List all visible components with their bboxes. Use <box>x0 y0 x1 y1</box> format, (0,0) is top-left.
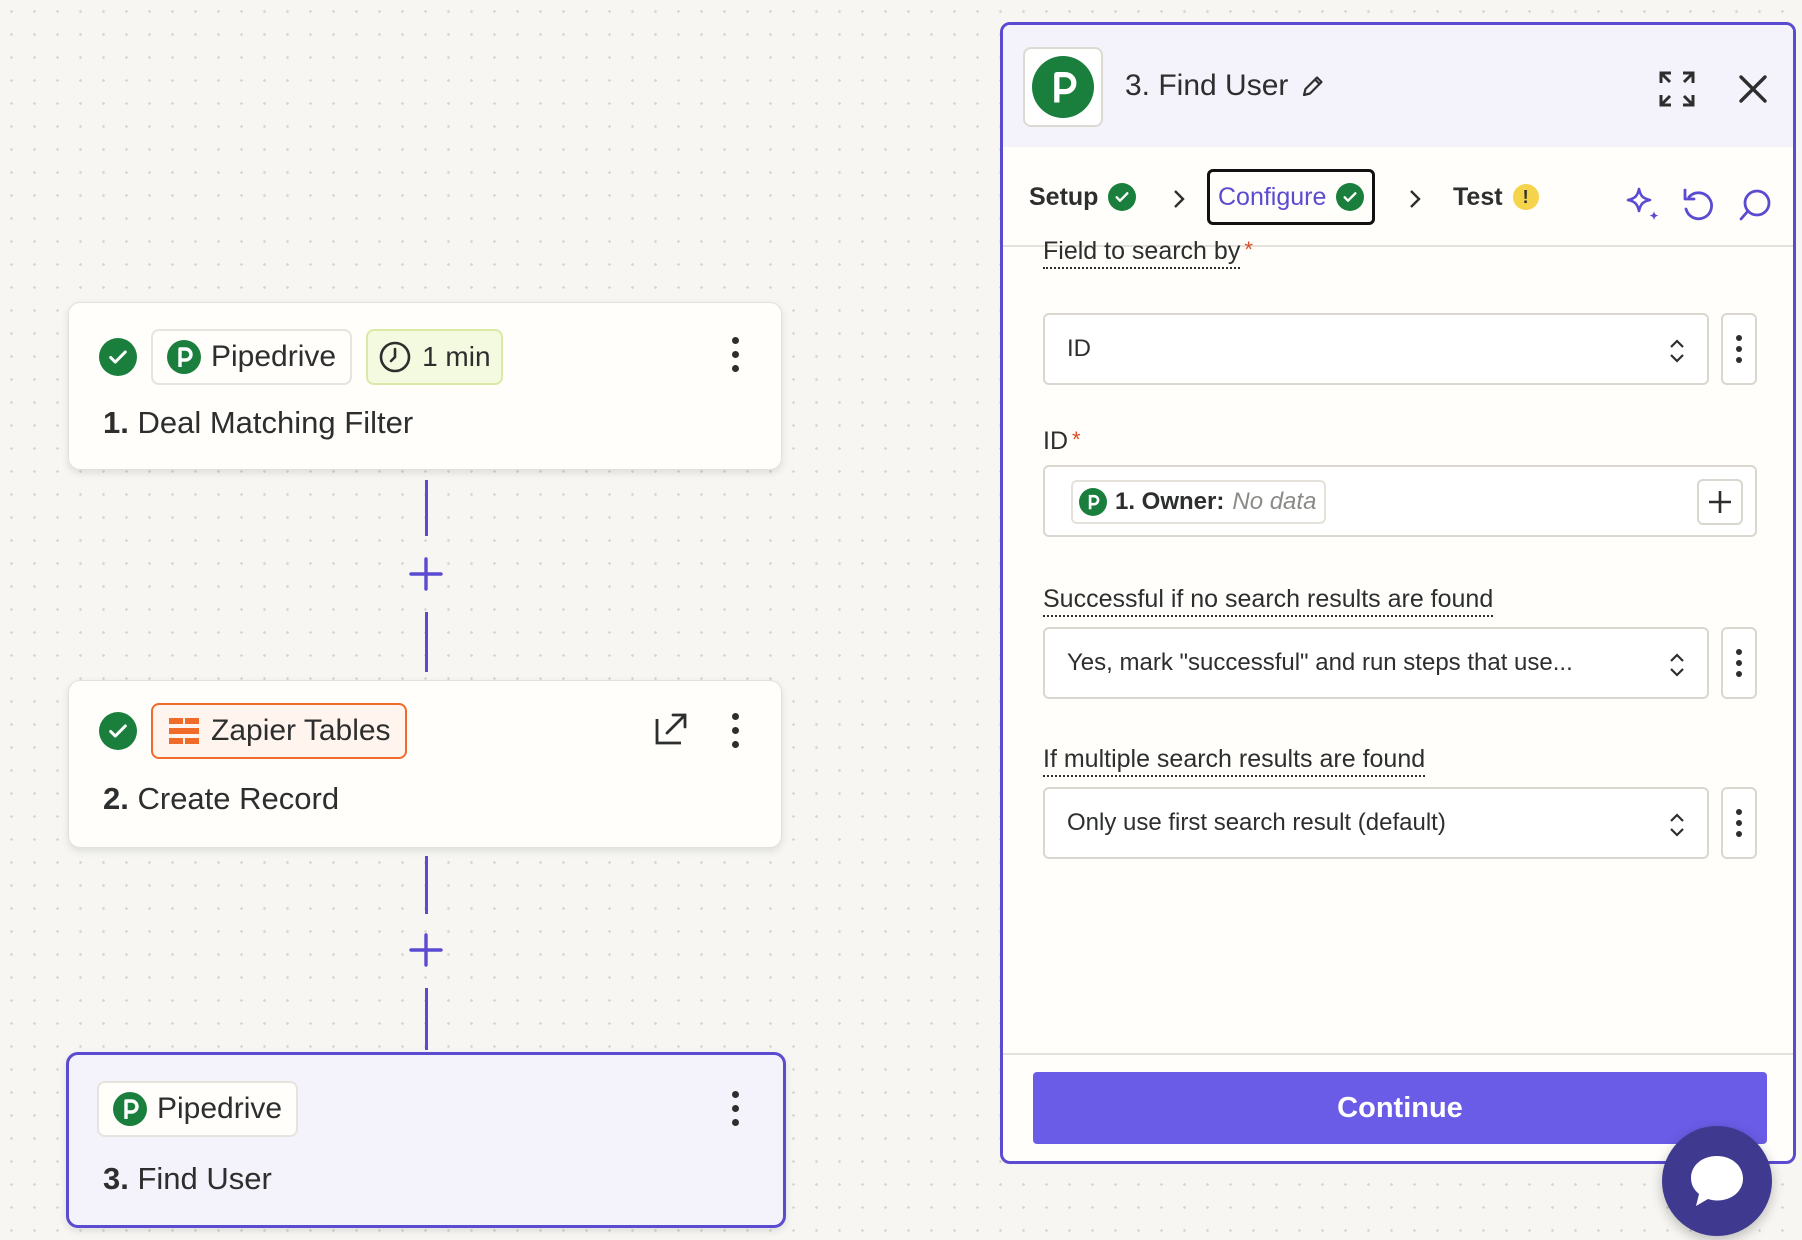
plus-icon <box>1709 491 1731 513</box>
app-chip-pipedrive: Pipedrive <box>151 329 353 385</box>
field-options-kebab-icon[interactable] <box>1721 313 1757 385</box>
undo-icon[interactable] <box>1679 185 1719 225</box>
success-check-icon <box>1336 183 1365 211</box>
success-check-icon <box>99 712 137 750</box>
comment-icon[interactable] <box>1735 185 1775 225</box>
tab-label: Setup <box>1029 182 1099 211</box>
step-menu-kebab-icon[interactable] <box>729 713 741 748</box>
step-card-2[interactable]: Zapier Tables 2. Create Record <box>68 680 782 848</box>
step-editor-panel: 3. Find User Setup Configure Test ! Fiel… <box>1000 22 1796 1164</box>
success-check-icon <box>1108 183 1137 211</box>
clock-icon <box>379 341 411 373</box>
insert-data-button[interactable] <box>1697 479 1743 525</box>
help-chat-button[interactable] <box>1662 1126 1772 1236</box>
ai-sparkle-icon[interactable] <box>1623 185 1663 225</box>
app-chip-zapier-tables: Zapier Tables <box>151 703 407 759</box>
expand-icon[interactable] <box>1657 69 1697 109</box>
pipedrive-logo-icon <box>1079 488 1107 516</box>
chat-icon <box>1691 1156 1743 1206</box>
warning-icon: ! <box>1512 184 1539 210</box>
step-number: 2. <box>103 781 129 816</box>
id-mapping-field[interactable]: 1. Owner: No data <box>1043 465 1757 537</box>
select-value: Only use first search result (default) <box>1067 809 1446 836</box>
step-title: 2. Create Record <box>103 781 339 817</box>
pill-value: No data <box>1232 488 1317 515</box>
tab-setup[interactable]: Setup <box>1029 169 1137 225</box>
app-name: Pipedrive <box>211 340 337 373</box>
multiple-results-select[interactable]: Only use first search result (default) <box>1043 787 1709 859</box>
tab-label: Configure <box>1218 182 1327 211</box>
add-step-plus-icon[interactable] <box>408 556 444 592</box>
edit-pencil-icon[interactable] <box>1300 73 1326 99</box>
mapped-value-pill[interactable]: 1. Owner: No data <box>1071 480 1327 524</box>
continue-button[interactable]: Continue <box>1033 1072 1767 1144</box>
step-card-1[interactable]: Pipedrive 1 min 1. Deal Matching Filter <box>68 302 782 470</box>
tab-test[interactable]: Test ! <box>1453 169 1539 225</box>
field-options-kebab-icon[interactable] <box>1721 627 1757 699</box>
field-label-no-results: Successful if no search results are foun… <box>1043 585 1494 617</box>
field-label-search-by: Field to search by * <box>1043 237 1253 269</box>
select-value: Yes, mark "successful" and run steps tha… <box>1067 649 1573 676</box>
chevron-right-icon <box>1174 190 1185 208</box>
add-step-plus-icon[interactable] <box>408 932 444 968</box>
app-logo-tile <box>1023 47 1103 127</box>
field-label-multiple: If multiple search results are found <box>1043 745 1426 777</box>
select-value: ID <box>1067 335 1091 362</box>
close-icon[interactable] <box>1733 69 1773 109</box>
app-chip-pipedrive: Pipedrive <box>97 1081 299 1137</box>
label-text: Field to search by <box>1043 237 1241 269</box>
required-marker: * <box>1072 427 1081 452</box>
pill-label: 1. Owner: <box>1115 488 1225 515</box>
app-name: Zapier Tables <box>211 714 391 747</box>
connector-line <box>425 612 428 672</box>
panel-title-text: 3. Find User <box>1125 69 1289 102</box>
connector-line <box>425 988 428 1050</box>
step-card-3[interactable]: Pipedrive 3. Find User <box>66 1052 786 1228</box>
tab-configure[interactable]: Configure <box>1207 169 1376 225</box>
field-label-id: ID * <box>1043 427 1081 456</box>
connector-line <box>425 480 428 536</box>
zapier-tables-logo-icon <box>169 718 199 744</box>
search-by-select[interactable]: ID <box>1043 313 1709 385</box>
pipedrive-logo-icon <box>1032 56 1094 118</box>
no-results-select[interactable]: Yes, mark "successful" and run steps tha… <box>1043 627 1709 699</box>
step-menu-kebab-icon[interactable] <box>729 337 741 372</box>
step-title-text: Deal Matching Filter <box>137 405 414 440</box>
panel-header: 3. Find User <box>1003 25 1793 147</box>
required-marker: * <box>1244 237 1253 262</box>
pipedrive-logo-icon <box>167 340 201 374</box>
step-number: 1. <box>103 405 129 440</box>
footer-divider <box>1003 1053 1793 1055</box>
field-options-kebab-icon[interactable] <box>1721 787 1757 859</box>
panel-title[interactable]: 3. Find User <box>1125 69 1326 103</box>
pipedrive-logo-icon <box>113 1092 147 1126</box>
step-title-text: Create Record <box>137 781 340 816</box>
tab-label: Test <box>1453 182 1503 211</box>
step-title: 1. Deal Matching Filter <box>103 405 413 441</box>
step-number: 3. <box>103 1161 129 1196</box>
chevron-right-icon <box>1410 190 1421 208</box>
schedule-badge: 1 min <box>366 329 503 385</box>
schedule-text: 1 min <box>422 341 491 372</box>
label-text: Successful if no search results are foun… <box>1043 585 1494 617</box>
label-text: ID <box>1043 427 1068 455</box>
step-tabs: Setup Configure Test ! <box>1003 147 1793 247</box>
open-external-icon[interactable] <box>653 711 689 747</box>
select-caret-icon <box>1670 653 1684 677</box>
select-caret-icon <box>1670 813 1684 837</box>
step-title: 3. Find User <box>103 1161 272 1197</box>
success-check-icon <box>99 338 137 376</box>
connector-line <box>425 856 428 914</box>
step-title-text: Find User <box>137 1161 272 1196</box>
label-text: If multiple search results are found <box>1043 745 1426 777</box>
app-name: Pipedrive <box>157 1092 283 1125</box>
select-caret-icon <box>1670 339 1684 363</box>
step-menu-kebab-icon[interactable] <box>729 1091 741 1126</box>
